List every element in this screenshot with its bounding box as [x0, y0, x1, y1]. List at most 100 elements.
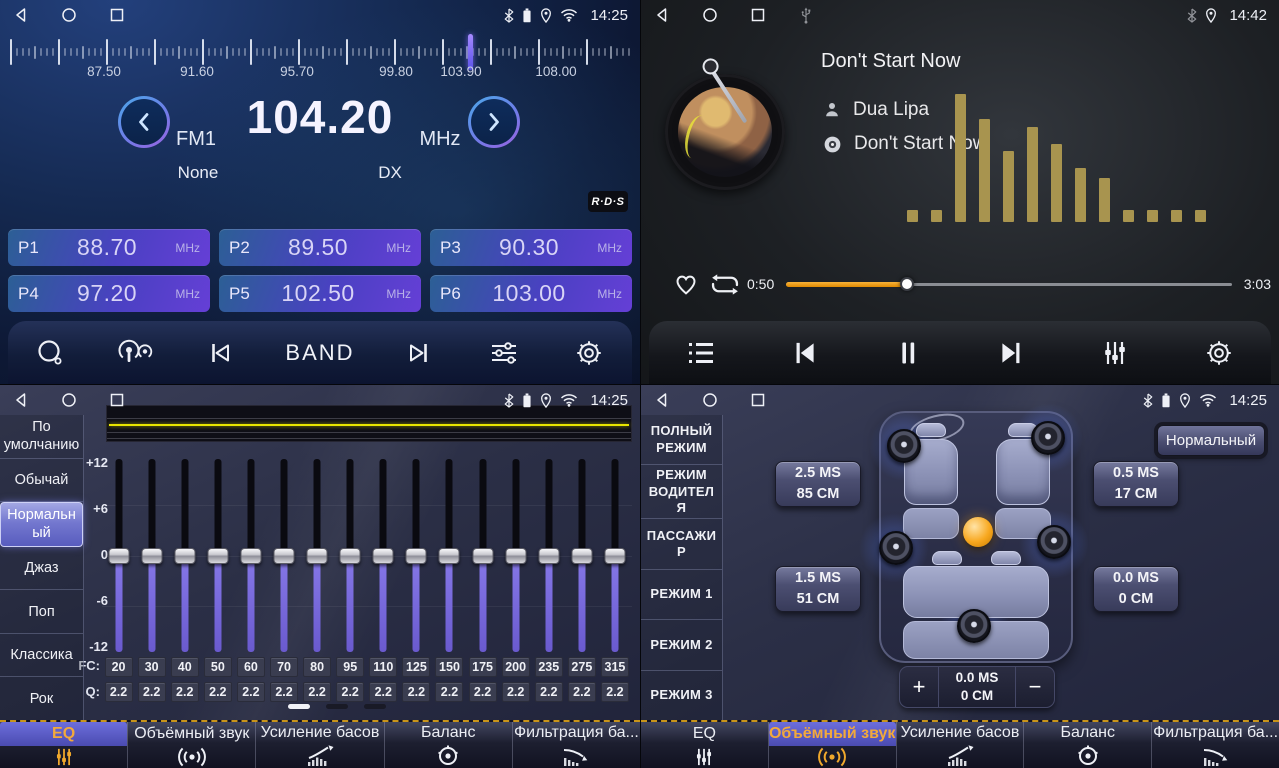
recents-icon[interactable]: [108, 6, 126, 24]
eq-preset-2[interactable]: Обычай: [0, 459, 83, 503]
settings-gear-icon[interactable]: [1199, 333, 1239, 373]
preset-button-p4[interactable]: P497.20MHz: [8, 275, 210, 312]
fc-value-chip[interactable]: 30: [138, 657, 166, 677]
fc-value-chip[interactable]: 150: [435, 657, 463, 677]
rear-right-delay-button[interactable]: 0.0 MS 0 CM: [1093, 566, 1179, 612]
gain-slider-thumb[interactable]: [141, 548, 162, 564]
fc-value-chip[interactable]: 315: [601, 657, 629, 677]
gain-slider-thumb[interactable]: [373, 548, 394, 564]
eq-preset-5[interactable]: Поп: [0, 590, 83, 634]
q-value-chip[interactable]: 2.2: [171, 682, 199, 702]
back-icon[interactable]: [653, 391, 671, 409]
gain-slider-thumb[interactable]: [472, 548, 493, 564]
fc-value-chip[interactable]: 200: [502, 657, 530, 677]
mode-item-5[interactable]: РЕЖИМ 2: [641, 620, 722, 670]
mode-item-6[interactable]: РЕЖИМ 3: [641, 671, 722, 720]
home-icon[interactable]: [60, 391, 78, 409]
fc-value-chip[interactable]: 275: [568, 657, 596, 677]
fc-value-chip[interactable]: 60: [237, 657, 265, 677]
tab-bass-boost[interactable]: Усиление басов: [256, 722, 384, 768]
broadcast-button[interactable]: [115, 333, 155, 373]
subwoofer-speaker-icon[interactable]: [957, 609, 991, 643]
gain-slider-thumb[interactable]: [307, 548, 328, 564]
fc-value-chip[interactable]: 110: [369, 657, 397, 677]
front-left-speaker-icon[interactable]: [887, 429, 921, 463]
q-value-chip[interactable]: 2.2: [138, 682, 166, 702]
page-dash-2[interactable]: [326, 704, 348, 709]
repeat-icon[interactable]: [703, 264, 747, 304]
decrease-delay-button[interactable]: −: [1016, 667, 1054, 707]
gain-slider-thumb[interactable]: [439, 548, 460, 564]
tab-surround-sound[interactable]: Объёмный звук: [769, 722, 897, 768]
q-value-chip[interactable]: 2.2: [336, 682, 364, 702]
gain-slider-thumb[interactable]: [604, 548, 625, 564]
rear-left-delay-button[interactable]: 1.5 MS 51 CM: [775, 566, 861, 612]
fc-value-chip[interactable]: 235: [535, 657, 563, 677]
q-value-chip[interactable]: 2.2: [535, 682, 563, 702]
q-value-chip[interactable]: 2.2: [204, 682, 232, 702]
gain-slider-thumb[interactable]: [174, 548, 195, 564]
back-icon[interactable]: [12, 6, 30, 24]
favorite-heart-icon[interactable]: [669, 264, 703, 304]
page-dash-3[interactable]: [364, 704, 386, 709]
q-value-chip[interactable]: 2.2: [435, 682, 463, 702]
scan-button[interactable]: [30, 333, 70, 373]
gain-slider-thumb[interactable]: [240, 548, 261, 564]
next-station-icon[interactable]: [399, 333, 439, 373]
q-value-chip[interactable]: 2.2: [105, 682, 133, 702]
tab-eq[interactable]: EQ: [0, 722, 128, 768]
fc-value-chip[interactable]: 125: [402, 657, 430, 677]
back-icon[interactable]: [653, 6, 671, 24]
recents-icon[interactable]: [108, 391, 126, 409]
home-icon[interactable]: [701, 391, 719, 409]
frequency-dial[interactable]: [10, 38, 630, 66]
preset-button-p3[interactable]: P390.30MHz: [430, 229, 632, 266]
gain-slider-thumb[interactable]: [406, 548, 427, 564]
mode-item-1[interactable]: ПОЛНЫЙ РЕЖИМ: [641, 415, 722, 465]
mode-item-2[interactable]: РЕЖИМ ВОДИТЕЛЯ: [641, 465, 722, 519]
front-left-delay-button[interactable]: 2.5 MS 85 CM: [775, 461, 861, 507]
mode-item-4[interactable]: РЕЖИМ 1: [641, 570, 722, 620]
q-value-chip[interactable]: 2.2: [469, 682, 497, 702]
eq-preset-3[interactable]: Нормальный: [0, 502, 83, 547]
preset-button-p1[interactable]: P188.70MHz: [8, 229, 210, 266]
tab-bass-boost[interactable]: Усиление басов: [897, 722, 1025, 768]
tab-balance[interactable]: Баланс: [1024, 722, 1152, 768]
gain-slider-thumb[interactable]: [274, 548, 295, 564]
gain-slider-thumb[interactable]: [538, 548, 559, 564]
tab-balance[interactable]: Баланс: [385, 722, 513, 768]
recents-icon[interactable]: [749, 391, 767, 409]
fc-value-chip[interactable]: 20: [105, 657, 133, 677]
increase-delay-button[interactable]: +: [900, 667, 938, 707]
page-dash-1[interactable]: [288, 704, 310, 709]
eq-preset-7[interactable]: Рок: [0, 677, 83, 720]
tab-eq[interactable]: EQ: [641, 722, 769, 768]
q-value-chip[interactable]: 2.2: [369, 682, 397, 702]
playlist-icon[interactable]: [681, 333, 721, 373]
q-value-chip[interactable]: 2.2: [568, 682, 596, 702]
fc-value-chip[interactable]: 50: [204, 657, 232, 677]
gain-slider-thumb[interactable]: [340, 548, 361, 564]
recents-icon[interactable]: [749, 6, 767, 24]
q-value-chip[interactable]: 2.2: [502, 682, 530, 702]
fc-value-chip[interactable]: 40: [171, 657, 199, 677]
q-value-chip[interactable]: 2.2: [270, 682, 298, 702]
gain-slider-thumb[interactable]: [505, 548, 526, 564]
fc-value-chip[interactable]: 80: [303, 657, 331, 677]
front-right-delay-button[interactable]: 0.5 MS 17 CM: [1093, 461, 1179, 507]
home-icon[interactable]: [60, 6, 78, 24]
preset-button-p2[interactable]: P289.50MHz: [219, 229, 421, 266]
next-track-icon[interactable]: [992, 333, 1032, 373]
rear-left-speaker-icon[interactable]: [879, 531, 913, 565]
front-right-speaker-icon[interactable]: [1031, 421, 1065, 455]
surround-preset-button[interactable]: Нормальный: [1157, 425, 1265, 456]
previous-track-icon[interactable]: [784, 333, 824, 373]
fc-value-chip[interactable]: 70: [270, 657, 298, 677]
eq-preset-1[interactable]: По умолчанию: [0, 415, 83, 459]
eq-sliders-icon[interactable]: [1095, 333, 1135, 373]
preset-button-p6[interactable]: P6103.00MHz: [430, 275, 632, 312]
eq-preset-4[interactable]: Джаз: [0, 547, 83, 591]
progress-bar[interactable]: [786, 277, 1232, 291]
eq-preset-6[interactable]: Классика: [0, 634, 83, 678]
settings-gear-icon[interactable]: [569, 333, 609, 373]
